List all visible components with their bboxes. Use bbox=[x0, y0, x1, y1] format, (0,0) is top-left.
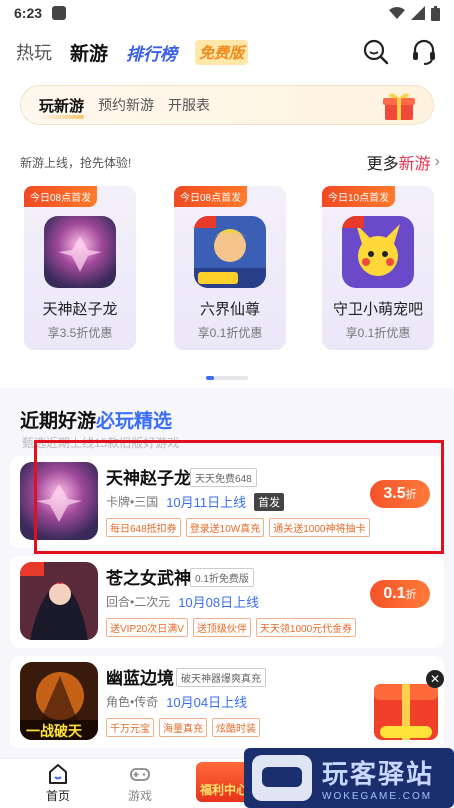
game-meta: 回合•二次元 10月08日上线 bbox=[106, 592, 259, 611]
release-tag: 今日08点首发 bbox=[24, 186, 98, 207]
close-icon[interactable]: ✕ bbox=[426, 670, 444, 688]
game-meta: 角色•传奇 10月04日上线 bbox=[106, 692, 247, 711]
game-discount: 享3.5折优惠 bbox=[47, 326, 113, 340]
game-icon-liujie bbox=[194, 216, 266, 288]
tab-ranking[interactable]: 排行榜 bbox=[126, 40, 177, 65]
new-games-subtitle: 新游上线，抢先体验! bbox=[20, 155, 132, 170]
game-row[interactable]: 苍之女武神 0.1折免费版 回合•二次元 10月08日上线 送VIP20次日满V… bbox=[10, 556, 444, 648]
nav-home[interactable]: 首页 bbox=[28, 763, 88, 804]
top-tab-bar: 热玩 新游 排行榜 免费版 bbox=[0, 26, 454, 78]
game-discount: 享0.1折优惠 bbox=[197, 326, 263, 340]
watermark-title: 玩客驿站 bbox=[322, 759, 435, 789]
subnav-play-new[interactable]: 玩新游 bbox=[39, 95, 85, 119]
status-bar: 6:23 bbox=[0, 0, 454, 26]
game-category: 角色•传奇 bbox=[106, 695, 159, 709]
wifi-icon bbox=[389, 7, 405, 19]
battery-icon bbox=[431, 5, 440, 21]
new-games-carousel: 今日08点首发 天神赵子龙 享3.5折优惠 今日08点首发 六界仙尊 享0.1折… bbox=[24, 186, 444, 356]
release-date: 10月04日上线 bbox=[166, 695, 248, 710]
game-icon-shouwei bbox=[342, 216, 414, 288]
game-discount: 享0.1折优惠 bbox=[345, 326, 411, 340]
release-date: 10月08日上线 bbox=[178, 595, 260, 610]
tab-new-games[interactable]: 新游 bbox=[70, 39, 108, 66]
perk-tag: 千万元宝 bbox=[106, 718, 154, 737]
site-watermark: 玩客驿站 WOKEGAME.COM bbox=[244, 748, 454, 808]
watermark-url: WOKEGAME.COM bbox=[322, 791, 433, 802]
tab-free-version[interactable]: 免费版 bbox=[195, 39, 249, 65]
status-time: 6:23 bbox=[14, 5, 43, 21]
perk-tag: 炫酷时装 bbox=[212, 718, 260, 737]
game-tag: 0.1折免费版 bbox=[190, 568, 254, 587]
robot-logo-icon bbox=[252, 755, 312, 801]
carousel-indicator bbox=[206, 376, 248, 380]
new-game-card[interactable]: 今日10点首发 守卫小萌宠吧 享0.1折优惠 bbox=[322, 186, 434, 350]
discount-button[interactable]: 0.1折 bbox=[370, 580, 430, 608]
game-title: 苍之女武神 bbox=[106, 569, 191, 588]
subnav-server-schedule[interactable]: 开服表 bbox=[168, 95, 210, 115]
game-name: 天神赵子龙 bbox=[42, 301, 118, 318]
sub-nav: 玩新游 预约新游 开服表 bbox=[20, 85, 434, 125]
game-title: 幽蓝边境 bbox=[106, 669, 174, 688]
game-icon-cangzhi bbox=[20, 562, 98, 640]
more-new-games-link[interactable]: 更多新游 bbox=[367, 150, 431, 174]
perk-list: 千万元宝 海量真充 炫酷时装 bbox=[106, 718, 260, 737]
new-game-card[interactable]: 今日08点首发 天神赵子龙 享3.5折优惠 bbox=[24, 186, 136, 350]
gamepad-icon bbox=[130, 768, 150, 781]
perk-list: 送VIP20次日满V 送顶级伙伴 天天领1000元代金券 bbox=[106, 618, 357, 637]
perk-tag: 送VIP20次日满V bbox=[106, 618, 188, 637]
newcomer-promo[interactable]: ✕ bbox=[370, 670, 446, 742]
recent-games-title: 近期好游必玩精选 bbox=[20, 411, 173, 432]
chevron-right-icon[interactable]: › bbox=[435, 153, 440, 171]
game-name: 守卫小萌宠吧 bbox=[332, 301, 423, 318]
gift-box-icon bbox=[383, 93, 415, 120]
tab-hot[interactable]: 热玩 bbox=[16, 39, 52, 65]
game-icon-tianshen bbox=[44, 216, 116, 288]
game-category: 回合•二次元 bbox=[106, 595, 171, 609]
new-game-card[interactable]: 今日08点首发 六界仙尊 享0.1折优惠 bbox=[174, 186, 286, 350]
svg-text:一战破天: 一战破天 bbox=[26, 723, 83, 740]
perk-tag: 天天领1000元代金券 bbox=[255, 618, 357, 637]
subnav-reserve-new[interactable]: 预约新游 bbox=[98, 95, 154, 115]
new-games-header: 新游上线，抢先体验! 更多新游 › bbox=[20, 150, 440, 174]
home-icon bbox=[49, 764, 67, 784]
game-icon-youlan: 一战破天 bbox=[20, 662, 98, 740]
customer-service-icon[interactable] bbox=[410, 38, 438, 66]
notification-icon bbox=[52, 6, 67, 20]
nav-games[interactable]: 游戏 bbox=[110, 763, 170, 804]
release-tag: 今日10点首发 bbox=[322, 186, 396, 207]
release-tag: 今日08点首发 bbox=[174, 186, 248, 207]
highlight-box bbox=[34, 440, 444, 554]
game-name: 六界仙尊 bbox=[199, 301, 260, 318]
perk-tag: 海量真充 bbox=[159, 718, 207, 737]
perk-tag: 送顶级伙伴 bbox=[192, 618, 251, 637]
signal-icon bbox=[411, 6, 425, 20]
search-icon[interactable] bbox=[362, 38, 390, 66]
game-tag: 破天神器爆爽真充 bbox=[176, 668, 266, 687]
